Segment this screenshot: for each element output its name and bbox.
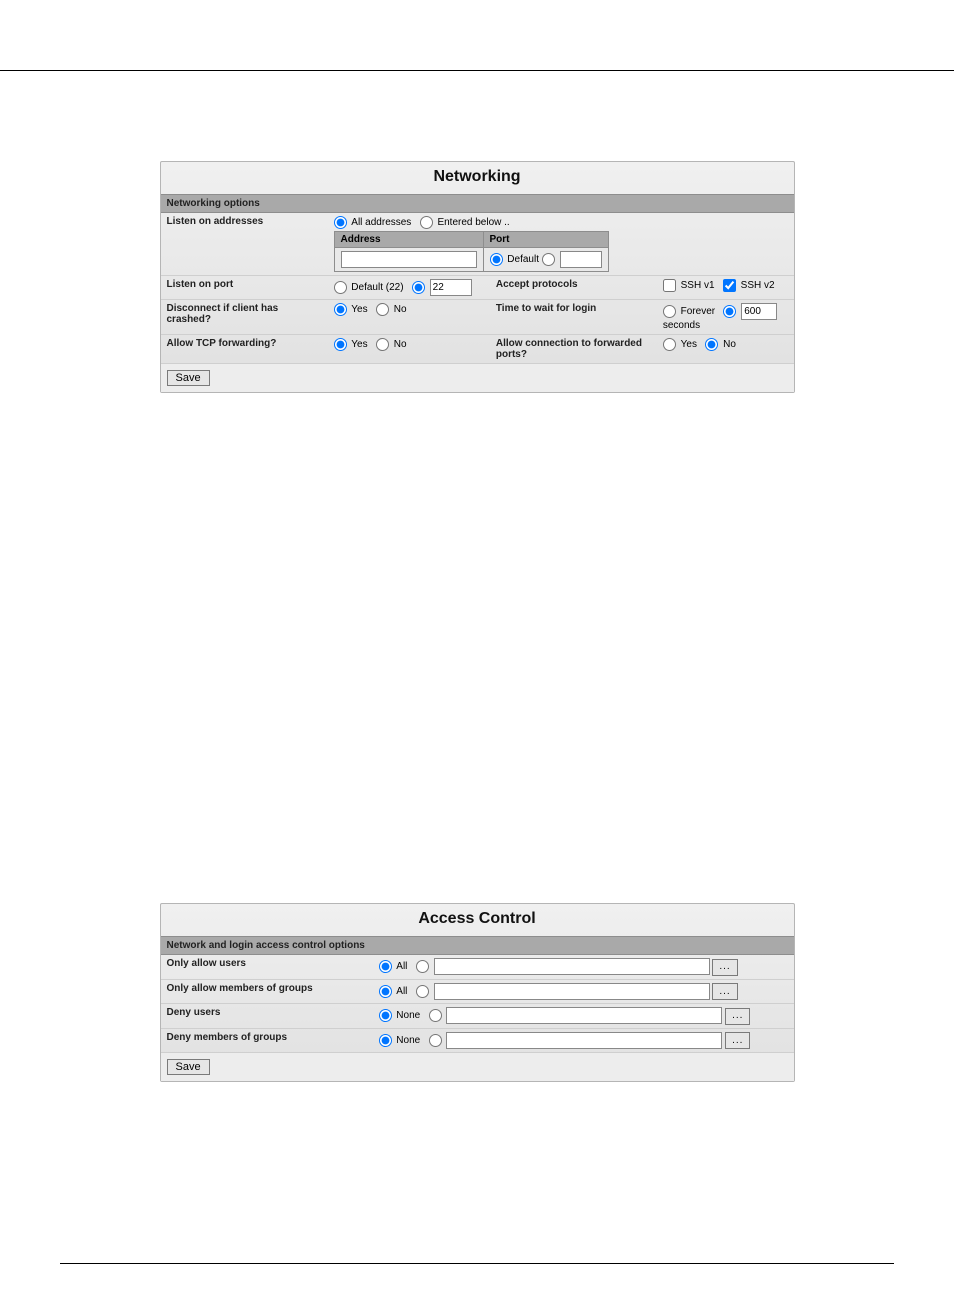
access-form: Only allow users All ... Only allow memb… [161,955,794,1052]
addr-port-default-radio[interactable] [490,253,503,266]
address-input[interactable] [341,251,477,268]
only-allow-users-label: Only allow users [161,955,373,979]
only-allow-users-all-radio[interactable] [379,960,392,973]
only-allow-users-all-label: All [396,961,407,972]
ssh-v1-checkbox[interactable] [663,279,676,292]
addr-port-custom-radio[interactable] [542,253,555,266]
deny-users-input[interactable] [446,1007,722,1024]
fwd-no-radio[interactable] [705,338,718,351]
tcp-no-label: No [394,339,407,350]
networking-options-head: Networking options [161,194,794,213]
only-allow-groups-all-radio[interactable] [379,985,392,998]
listen-addresses-entered-radio[interactable] [420,216,433,229]
disconnect-yes-radio[interactable] [334,303,347,316]
access-save-button[interactable]: Save [167,1059,210,1075]
networking-form: Listen on addresses All addresses Entere… [161,213,794,363]
access-title: Access Control [161,904,794,936]
deny-users-none-radio[interactable] [379,1009,392,1022]
fwd-yes-radio[interactable] [663,338,676,351]
listen-addresses-table: Address Port Default [334,231,609,272]
access-control-panel: Access Control Network and login access … [160,903,795,1082]
fwd-no-label: No [723,339,736,350]
networking-save-button[interactable]: Save [167,370,210,386]
only-allow-users-input[interactable] [434,958,710,975]
only-allow-groups-browse-button[interactable]: ... [712,983,737,1000]
disconnect-crash-label: Disconnect if client has crashed? [161,300,328,335]
tcp-yes-label: Yes [351,339,367,350]
listen-port-custom-radio[interactable] [412,281,425,294]
deny-groups-input[interactable] [446,1032,722,1049]
only-allow-groups-input[interactable] [434,983,710,1000]
ssh-v2-checkbox[interactable] [723,279,736,292]
accept-protocols-label: Accept protocols [490,276,657,300]
networking-title: Networking [161,162,794,194]
listen-port-default-label: Default (22) [351,282,403,293]
ssh-v1-label: SSH v1 [681,280,715,291]
addr-port-default-label: Default [507,254,539,265]
only-allow-groups-custom-radio[interactable] [416,985,429,998]
deny-users-none-label: None [396,1010,420,1021]
access-section-head: Network and login access control options [161,936,794,955]
tcp-no-radio[interactable] [376,338,389,351]
deny-groups-label: Deny members of groups [161,1028,373,1052]
listen-addresses-all-radio[interactable] [334,216,347,229]
listen-port-default-radio[interactable] [334,281,347,294]
deny-groups-browse-button[interactable]: ... [725,1032,750,1049]
time-forever-radio[interactable] [663,305,676,318]
port-header: Port [483,232,608,248]
addr-port-input[interactable] [560,251,602,268]
fwd-yes-label: Yes [681,339,697,350]
listen-port-input[interactable] [430,279,472,296]
time-seconds-unit: seconds [663,320,700,331]
time-forever-label: Forever [681,306,715,317]
deny-groups-custom-radio[interactable] [429,1034,442,1047]
deny-users-browse-button[interactable]: ... [725,1008,750,1025]
tcp-yes-radio[interactable] [334,338,347,351]
disconnect-yes-label: Yes [351,304,367,315]
networking-panel: Networking Networking options Listen on … [160,161,795,393]
tcp-forward-label: Allow TCP forwarding? [161,335,328,364]
only-allow-groups-all-label: All [396,986,407,997]
time-seconds-radio[interactable] [723,305,736,318]
address-header: Address [334,232,483,248]
disconnect-no-label: No [394,304,407,315]
only-allow-groups-label: Only allow members of groups [161,979,373,1004]
listen-addresses-all-label: All addresses [351,217,411,228]
fwd-ports-label: Allow connection to forwarded ports? [490,335,657,364]
time-wait-label: Time to wait for login [490,300,657,335]
ssh-v2-label: SSH v2 [741,280,775,291]
deny-groups-none-radio[interactable] [379,1034,392,1047]
listen-addresses-entered-label: Entered below .. [437,217,509,228]
listen-addresses-label: Listen on addresses [161,213,328,276]
deny-groups-none-label: None [396,1035,420,1046]
deny-users-custom-radio[interactable] [429,1009,442,1022]
listen-port-label: Listen on port [161,276,328,300]
only-allow-users-browse-button[interactable]: ... [712,959,737,976]
disconnect-no-radio[interactable] [376,303,389,316]
time-seconds-input[interactable] [741,303,777,320]
deny-users-label: Deny users [161,1004,373,1029]
only-allow-users-custom-radio[interactable] [416,960,429,973]
